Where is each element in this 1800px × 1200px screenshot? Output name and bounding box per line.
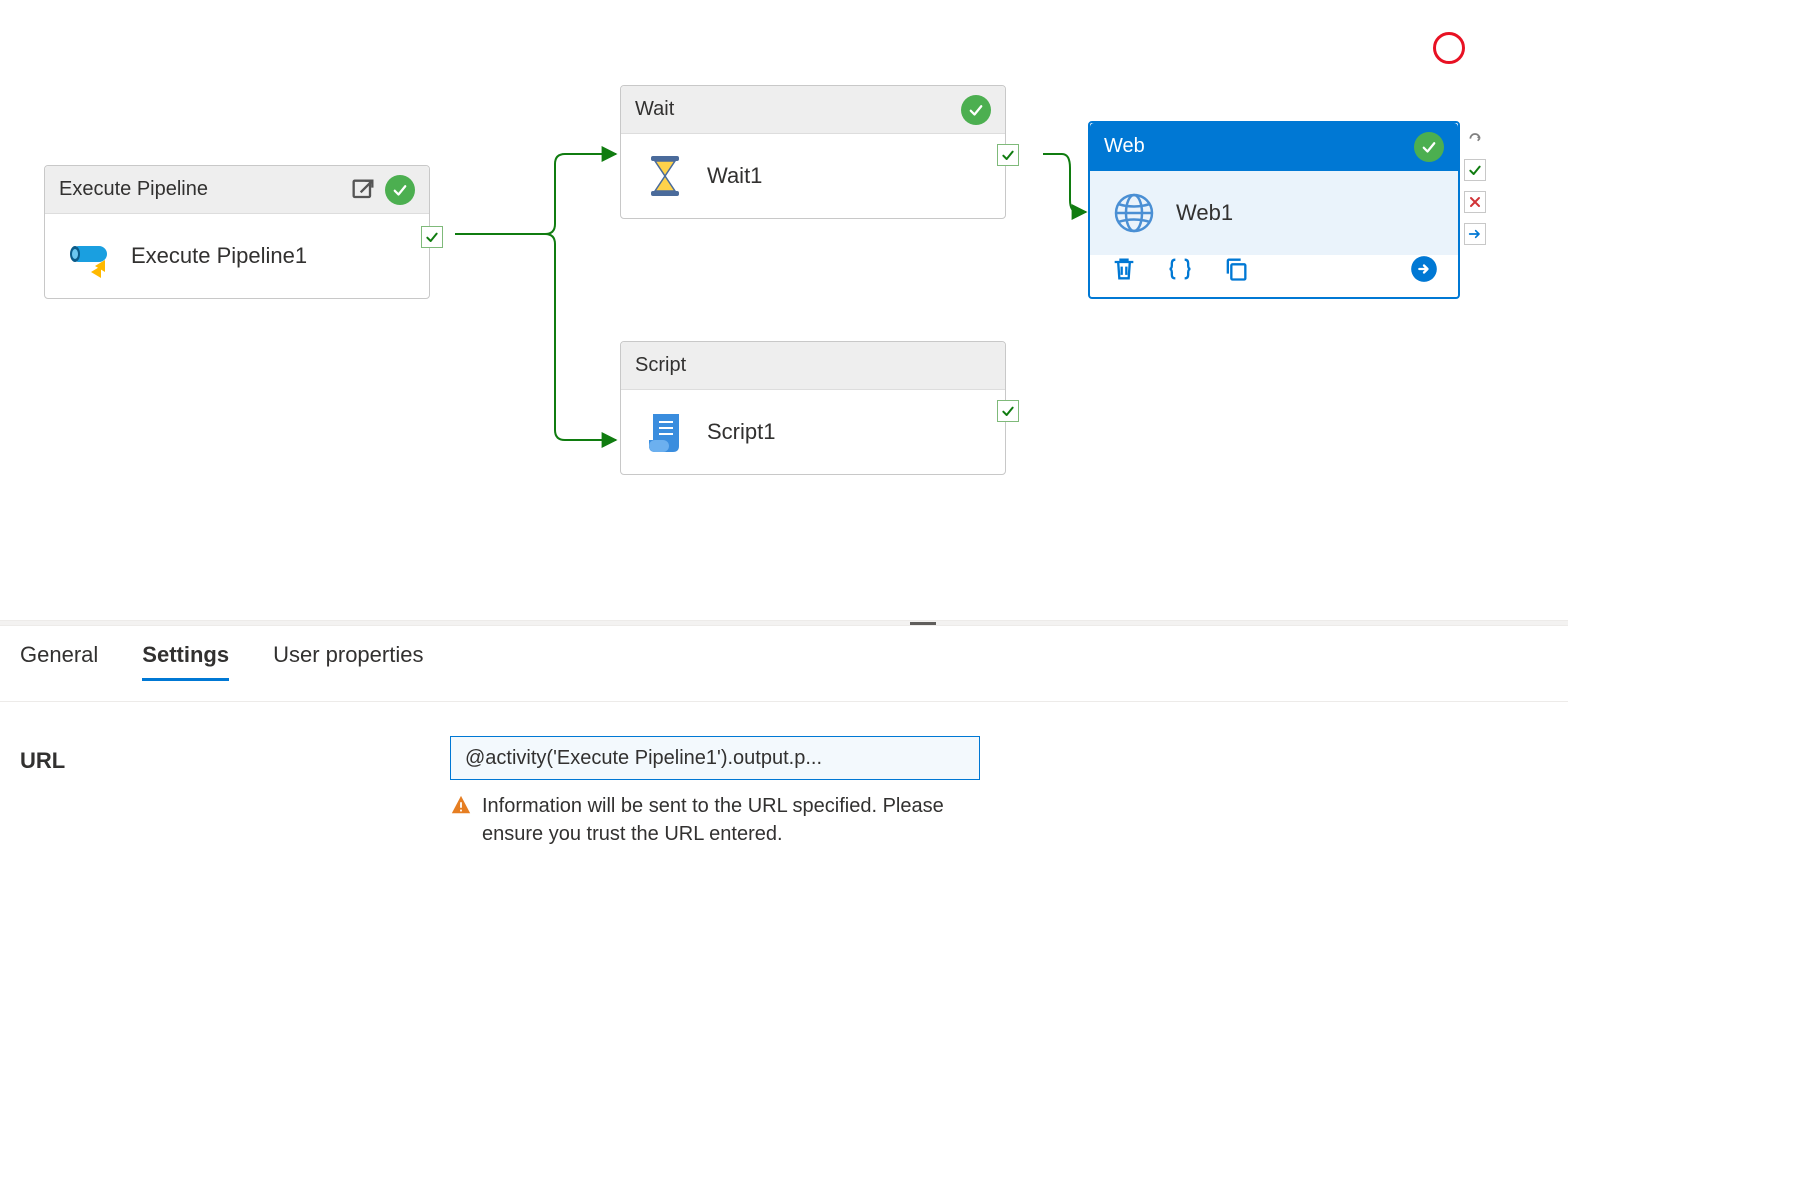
activity-script[interactable]: Script Script1 <box>620 341 1006 475</box>
pane-splitter[interactable] <box>0 620 1568 626</box>
activity-execute-pipeline[interactable]: Execute Pipeline <box>44 165 430 299</box>
hourglass-icon <box>641 152 689 200</box>
success-output-port[interactable] <box>421 226 443 248</box>
activity-type-label: Script <box>635 354 991 377</box>
activity-name: Script1 <box>707 419 775 445</box>
details-tabs: General Settings User properties <box>20 642 423 681</box>
activity-wait[interactable]: Wait Wait1 <box>620 85 1006 219</box>
url-warning-text: Information will be sent to the URL spec… <box>482 792 980 848</box>
warning-icon <box>450 794 472 816</box>
activity-type-label: Execute Pipeline <box>59 178 343 201</box>
success-handle-icon[interactable] <box>1464 159 1486 181</box>
activity-name: Wait1 <box>707 163 762 189</box>
settings-form: URL @activity('Execute Pipeline1').outpu… <box>20 736 980 848</box>
status-success-icon <box>385 175 415 205</box>
failure-handle-icon[interactable] <box>1464 191 1486 213</box>
activity-name: Execute Pipeline1 <box>131 243 307 269</box>
activity-name: Web1 <box>1176 200 1233 226</box>
success-output-port[interactable] <box>997 144 1019 166</box>
pipeline-canvas[interactable]: Execute Pipeline <box>0 0 1800 620</box>
status-success-icon <box>1414 132 1444 162</box>
code-braces-icon[interactable] <box>1166 255 1194 283</box>
tab-settings[interactable]: Settings <box>142 642 229 681</box>
tab-user-properties[interactable]: User properties <box>273 642 423 681</box>
pipe-icon <box>65 232 113 280</box>
url-label: URL <box>20 736 450 774</box>
open-external-icon[interactable] <box>349 176 377 204</box>
annotation-red-circle <box>1433 32 1465 64</box>
copy-icon[interactable] <box>1222 255 1250 283</box>
run-next-icon[interactable] <box>1410 255 1438 283</box>
delete-icon[interactable] <box>1110 255 1138 283</box>
success-output-port[interactable] <box>997 400 1019 422</box>
activity-type-label: Wait <box>635 98 953 121</box>
globe-icon <box>1110 189 1158 237</box>
activity-web[interactable]: Web Web1 <box>1088 121 1460 299</box>
tab-general[interactable]: General <box>20 642 98 681</box>
skip-handle-icon[interactable] <box>1464 223 1486 245</box>
splitter-grip-icon <box>910 622 936 625</box>
tab-underline <box>0 701 1568 702</box>
script-icon <box>641 408 689 456</box>
activity-type-label: Web <box>1104 135 1406 158</box>
undo-handle-icon[interactable] <box>1464 127 1486 149</box>
url-expression-input[interactable]: @activity('Execute Pipeline1').output.p.… <box>450 736 980 780</box>
status-success-icon <box>961 95 991 125</box>
dependency-handles <box>1464 127 1486 245</box>
